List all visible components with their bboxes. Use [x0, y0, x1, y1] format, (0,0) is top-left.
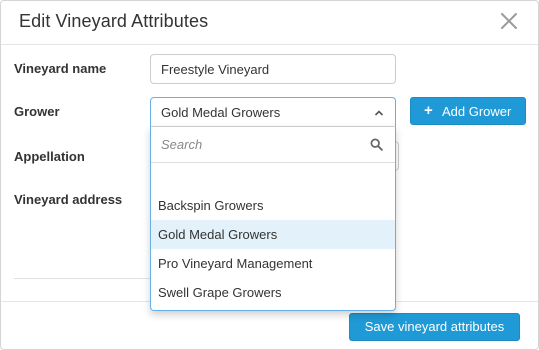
vineyard-name-label: Vineyard name: [14, 61, 107, 76]
edit-vineyard-dialog: Edit Vineyard Attributes Vineyard name G…: [0, 0, 539, 350]
section-divider: [14, 278, 151, 279]
dropdown-option-swell-grape-growers[interactable]: Swell Grape Growers: [151, 278, 395, 307]
dropdown-option-gold-medal-growers[interactable]: Gold Medal Growers: [151, 220, 395, 249]
vineyard-name-input[interactable]: [150, 54, 396, 84]
grower-dropdown: Backspin Growers Gold Medal Growers Pro …: [150, 126, 396, 311]
grower-selected-value: Gold Medal Growers: [161, 105, 281, 120]
grower-select[interactable]: Gold Medal Growers: [150, 97, 396, 127]
dropdown-option-backspin-growers[interactable]: Backspin Growers: [151, 191, 395, 220]
dropdown-search-input[interactable]: [151, 127, 395, 162]
dialog-title: Edit Vineyard Attributes: [19, 11, 209, 31]
appellation-label: Appellation: [14, 149, 85, 164]
dialog-header: Edit Vineyard Attributes: [1, 1, 538, 45]
save-vineyard-attributes-button[interactable]: Save vineyard attributes: [349, 313, 520, 341]
chevron-up-icon: [374, 109, 384, 117]
search-icon: [370, 138, 383, 151]
plus-icon: +: [424, 102, 433, 119]
grower-label: Grower: [14, 104, 60, 119]
close-icon[interactable]: [498, 10, 520, 32]
dropdown-search: [151, 127, 395, 163]
add-grower-label: Add Grower: [442, 104, 512, 119]
vineyard-address-label: Vineyard address: [14, 192, 123, 207]
dropdown-option-pro-vineyard-management[interactable]: Pro Vineyard Management: [151, 249, 395, 278]
add-grower-button[interactable]: + Add Grower: [410, 97, 526, 125]
